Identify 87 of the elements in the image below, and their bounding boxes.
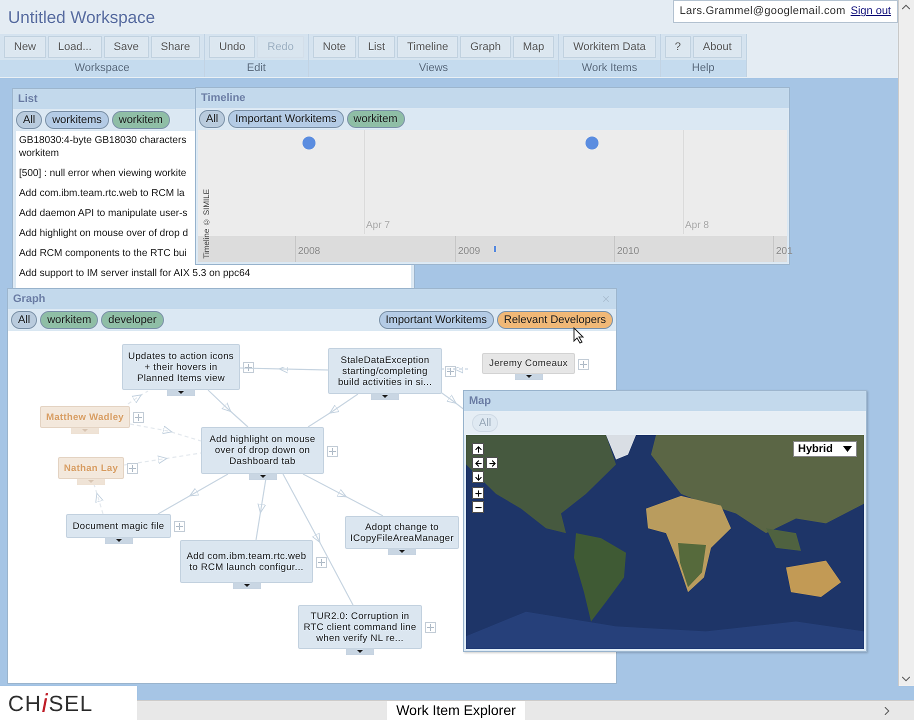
arrow-down-icon[interactable]	[472, 471, 484, 483]
arrow-up-icon[interactable]	[472, 443, 484, 455]
expand-icon[interactable]	[388, 549, 416, 555]
sign-out-link[interactable]: Sign out	[850, 3, 891, 20]
user-email: Lars.Grammel@googlemail.com	[680, 4, 846, 20]
graph-node[interactable]: Adopt change to ICopyFileAreaManager	[345, 516, 459, 549]
toolbar-button[interactable]: Undo	[209, 36, 256, 58]
expand-icon[interactable]	[167, 390, 195, 396]
connector-line	[158, 473, 228, 515]
toolbar-button[interactable]: New	[4, 36, 46, 58]
caret-icon	[843, 446, 852, 452]
list-item[interactable]: Add highlight on mouse over of drop d	[19, 227, 188, 240]
list-item[interactable]: GB18030:4-byte GB18030 characters workitem	[19, 134, 186, 160]
arrow-left-icon[interactable]	[472, 457, 484, 469]
arrow-right-icon[interactable]	[486, 457, 498, 469]
filter-chip[interactable]: Relevant Developers	[496, 311, 613, 329]
toolbar-button[interactable]: Timeline	[397, 36, 458, 58]
expand-icon[interactable]	[514, 374, 542, 380]
expand-icon[interactable]	[248, 474, 276, 480]
timeline-credit: Timeline © SIMILE	[201, 189, 212, 259]
year-label: 2009	[458, 245, 480, 259]
connector-line	[130, 423, 202, 442]
group-label: Help	[660, 60, 746, 77]
time-label: Apr 8	[685, 219, 709, 233]
connector-line	[255, 478, 267, 540]
filter-chip[interactable]: All	[11, 311, 38, 329]
expand-icon[interactable]	[371, 394, 399, 400]
graph-node[interactable]: Jeremy Comeaux	[482, 353, 575, 374]
graph-node[interactable]: TUR2.0: Corruption in RTC client command line when verify NL re...	[298, 605, 422, 649]
filter-chip[interactable]: workitem	[40, 311, 98, 329]
group-label: Work Items	[559, 60, 660, 77]
logo: CHiSEL	[0, 686, 137, 720]
event-dot[interactable]	[302, 136, 316, 150]
toolbar-button[interactable]: Map	[512, 36, 554, 58]
expand-icon[interactable]	[104, 538, 132, 544]
toolbar-button[interactable]: List	[358, 36, 396, 58]
connector-line	[128, 390, 148, 404]
expand-icon[interactable]	[232, 583, 260, 589]
group-label: Workspace	[0, 60, 204, 77]
toolbar-button[interactable]: Graph	[460, 36, 511, 58]
filter-chip[interactable]: All	[199, 110, 226, 128]
graph-node[interactable]: Add com.ibm.team.rtc.web to RCM launch configur...	[180, 540, 313, 583]
list-item[interactable]: Add RCM components to the RTC bui	[19, 247, 187, 260]
filter-chip[interactable]: workitem	[112, 111, 170, 129]
list-item[interactable]: Add support to IM server install for AIX 5.3 on ppc64	[19, 267, 250, 280]
graph-node[interactable]: Updates to action icons + their hovers in Planned Items view	[122, 344, 240, 390]
graph-node[interactable]: Document magic file	[66, 514, 171, 538]
event-dot[interactable]	[585, 136, 599, 150]
list-item[interactable]: Add daemon API to manipulate user-s	[19, 207, 188, 220]
toolbar-button[interactable]: ?	[664, 36, 691, 58]
horizontal-scrollbar[interactable]: Work Item Explorer	[137, 700, 914, 720]
vertical-scrollbar[interactable]	[898, 0, 914, 686]
list-item[interactable]: [500] : null error when viewing workite	[19, 167, 186, 180]
graph-node[interactable]: Add highlight on mouse over of drop down on Dashboard tab	[201, 427, 324, 474]
panel-title: List	[18, 92, 38, 107]
toolbar-button[interactable]: Note	[312, 36, 356, 58]
year-label: 2008	[298, 245, 320, 259]
panel-title: Timeline	[201, 90, 246, 106]
filter-chip[interactable]: Important Workitems	[378, 311, 494, 329]
graph-node[interactable]: StaleDataException starting/completing build activities in si...	[328, 348, 442, 394]
toolbar-button[interactable]: Workitem Data	[563, 36, 656, 58]
filter-chip[interactable]: All	[16, 111, 42, 129]
time-label: Apr 7	[366, 219, 390, 233]
expand-icon[interactable]	[346, 649, 374, 655]
toolbar-button[interactable]: Load...	[48, 36, 102, 58]
year-label: 2010	[617, 245, 640, 259]
filter-chip[interactable]: workitem	[346, 110, 405, 128]
zoom-out-icon[interactable]	[472, 501, 484, 513]
connector-line	[208, 390, 248, 428]
map-type-select[interactable]: Hybrid	[793, 441, 857, 457]
toolbar-button[interactable]: Share	[150, 36, 200, 58]
connector-line	[442, 367, 470, 374]
window-title: Untitled Workspace	[8, 7, 156, 29]
filter-chip[interactable]: developer	[101, 311, 164, 329]
filter-chip[interactable]: workitems	[45, 111, 109, 129]
panel-title: Graph	[13, 292, 46, 307]
toolbar-button[interactable]: Save	[104, 36, 149, 58]
toolbar-button[interactable]: About	[692, 36, 742, 58]
zoom-in-icon[interactable]	[472, 487, 484, 499]
filter-chip[interactable]: Important Workitems	[228, 110, 344, 128]
video-caption: Work Item Explorer	[387, 701, 525, 720]
panel-title: Map	[469, 394, 491, 409]
group-label: Edit	[205, 60, 308, 77]
connector-line	[308, 394, 358, 428]
range-marker	[494, 246, 496, 252]
list-item[interactable]: Add com.ibm.team.rtc.web to RCM la	[19, 187, 185, 200]
group-label: Views	[308, 60, 558, 77]
